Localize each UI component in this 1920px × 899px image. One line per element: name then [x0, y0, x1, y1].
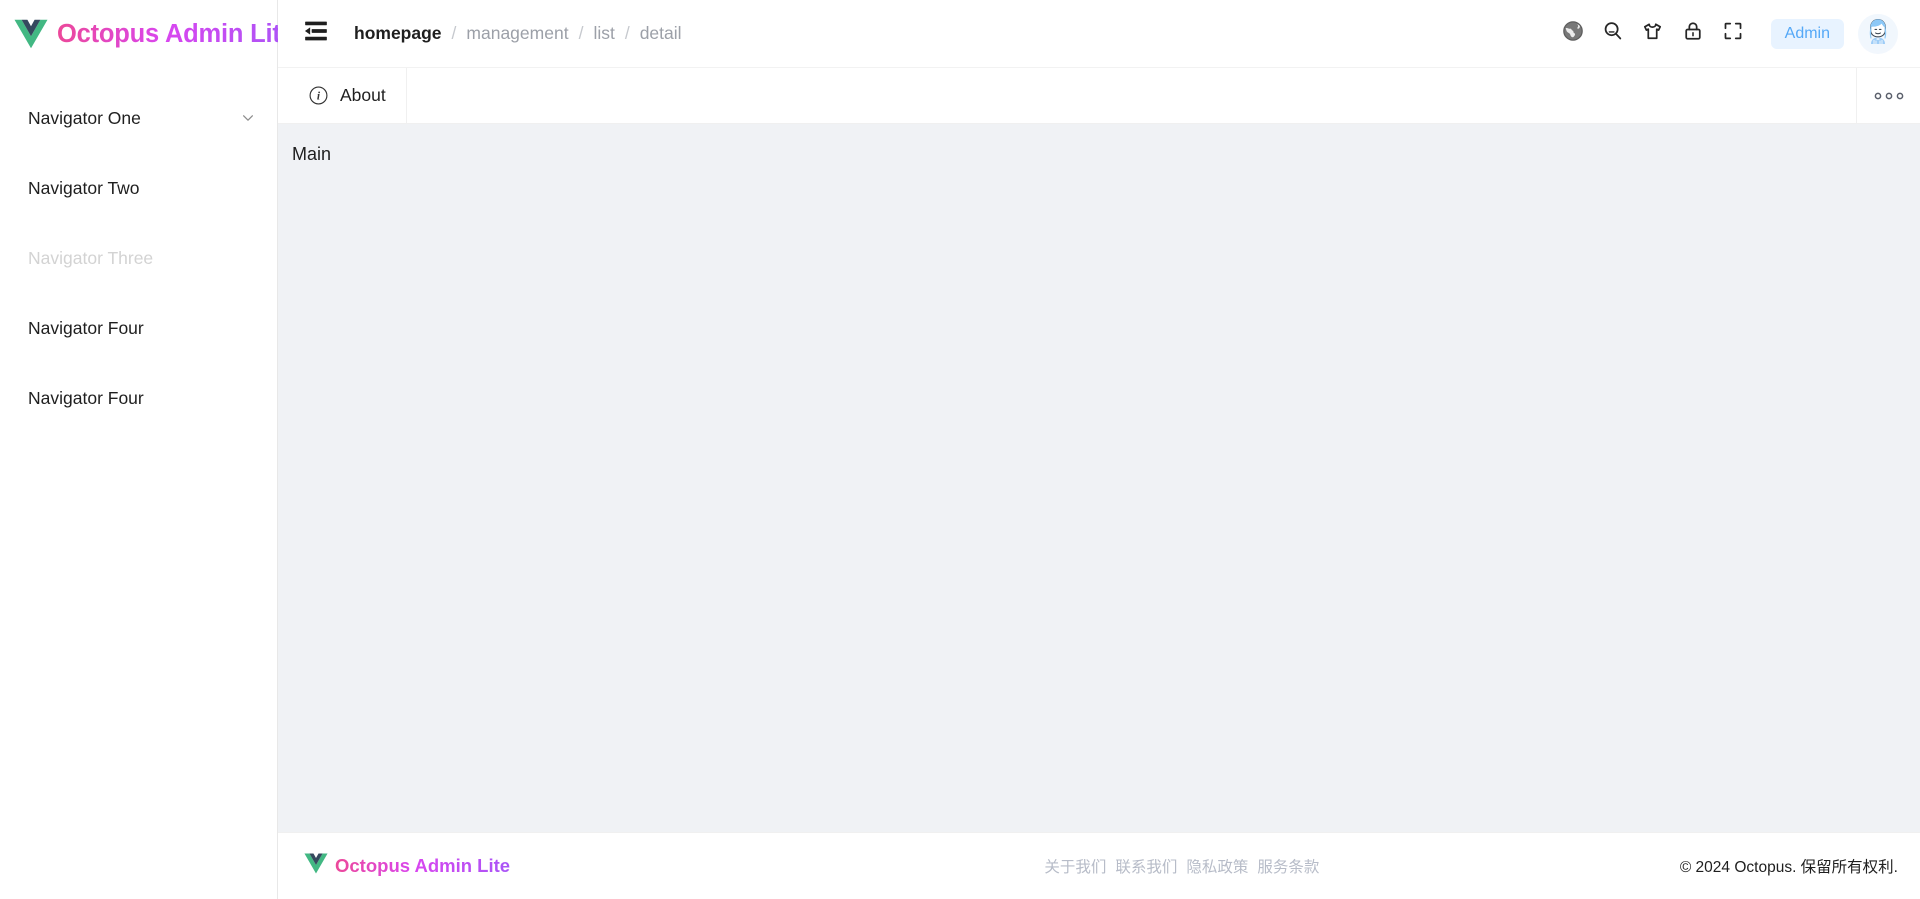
tab-bar: i About [278, 68, 1920, 124]
footer-link-terms-of-service[interactable]: 服务条款 [1257, 855, 1319, 877]
footer-link-privacy-policy[interactable]: 隐私政策 [1186, 855, 1248, 877]
search-button[interactable] [1593, 14, 1633, 54]
lock-button[interactable] [1673, 14, 1713, 54]
avatar[interactable] [1858, 13, 1898, 54]
footer-brand-title: Octopus Admin Lite [335, 855, 511, 876]
sidebar-item-navigator-four[interactable]: Navigator Four [0, 293, 277, 363]
content-area: Main [278, 124, 1920, 832]
brand-title: Octopus Admin Lite [57, 19, 295, 48]
sidebar-item-navigator-two[interactable]: Navigator Two [0, 153, 277, 223]
footer-brand[interactable]: Octopus Admin Lite [304, 853, 684, 879]
sidebar-item-label: Navigator Two [28, 177, 140, 198]
tab-list: i About [278, 68, 1856, 123]
globe-icon [1562, 20, 1584, 47]
sidebar-item-navigator-one[interactable]: Navigator One [0, 83, 277, 153]
breadcrumb-item-management[interactable]: management [466, 23, 568, 44]
sidebar-nav: Navigator One Navigator Two Navigator Th… [0, 68, 277, 433]
vue-logo-icon [304, 853, 328, 879]
sidebar-item-label: Navigator Four [28, 387, 144, 408]
vue-logo-icon [14, 19, 48, 49]
footer-link-contact-us[interactable]: 联系我们 [1115, 855, 1177, 877]
svg-text:i: i [317, 91, 321, 103]
breadcrumb-item-homepage[interactable]: homepage [354, 23, 442, 44]
top-header: homepage / management / list / detail Ad… [278, 0, 1920, 68]
content-text: Main [292, 144, 332, 164]
tshirt-icon [1641, 20, 1664, 48]
menu-fold-icon [303, 18, 329, 49]
sidebar-item-label: Navigator One [28, 107, 141, 128]
theme-button[interactable] [1633, 14, 1673, 54]
sidebar-item-navigator-four-2[interactable]: Navigator Four [0, 363, 277, 433]
footer: Octopus Admin Lite 关于我们 联系我们 隐私政策 服务条款 ©… [278, 832, 1920, 899]
language-button[interactable] [1553, 14, 1593, 54]
tab-label: About [340, 85, 386, 105]
sidebar-item-label: Navigator Three [28, 247, 154, 268]
tab-about[interactable]: i About [278, 68, 407, 123]
breadcrumb-separator: / [451, 23, 457, 43]
footer-link-about-us[interactable]: 关于我们 [1044, 855, 1106, 877]
info-circle-icon: i [308, 85, 329, 106]
breadcrumb-separator: / [578, 23, 584, 43]
tab-more-button[interactable] [1856, 68, 1920, 123]
ellipsis-icon [1874, 91, 1904, 101]
user-avatar-icon [1858, 13, 1898, 54]
app-root: Octopus Admin Lite Navigator One Navigat… [0, 0, 1920, 899]
header-actions: Admin [1553, 13, 1898, 54]
fullscreen-button[interactable] [1713, 14, 1753, 54]
search-icon [1602, 20, 1624, 47]
breadcrumb: homepage / management / list / detail [354, 23, 682, 44]
sidebar-item-label: Navigator Four [28, 317, 144, 338]
footer-copyright: © 2024 Octopus. 保留所有权利. [1679, 859, 1898, 876]
menu-fold-button[interactable] [296, 14, 336, 54]
footer-links: 关于我们 联系我们 隐私政策 服务条款 [684, 855, 1680, 877]
breadcrumb-item-list[interactable]: list [593, 23, 614, 44]
sidebar-item-navigator-three: Navigator Three [0, 223, 277, 293]
breadcrumb-item-detail[interactable]: detail [640, 23, 682, 44]
breadcrumb-separator: / [624, 23, 630, 43]
sidebar-brand[interactable]: Octopus Admin Lite [0, 0, 295, 68]
fullscreen-icon [1722, 20, 1744, 47]
chevron-down-icon [241, 111, 255, 125]
sidebar: Octopus Admin Lite Navigator One Navigat… [0, 0, 295, 899]
main-region: homepage / management / list / detail Ad… [278, 0, 1920, 899]
lock-icon [1682, 20, 1704, 47]
admin-role-badge[interactable]: Admin [1770, 18, 1844, 49]
